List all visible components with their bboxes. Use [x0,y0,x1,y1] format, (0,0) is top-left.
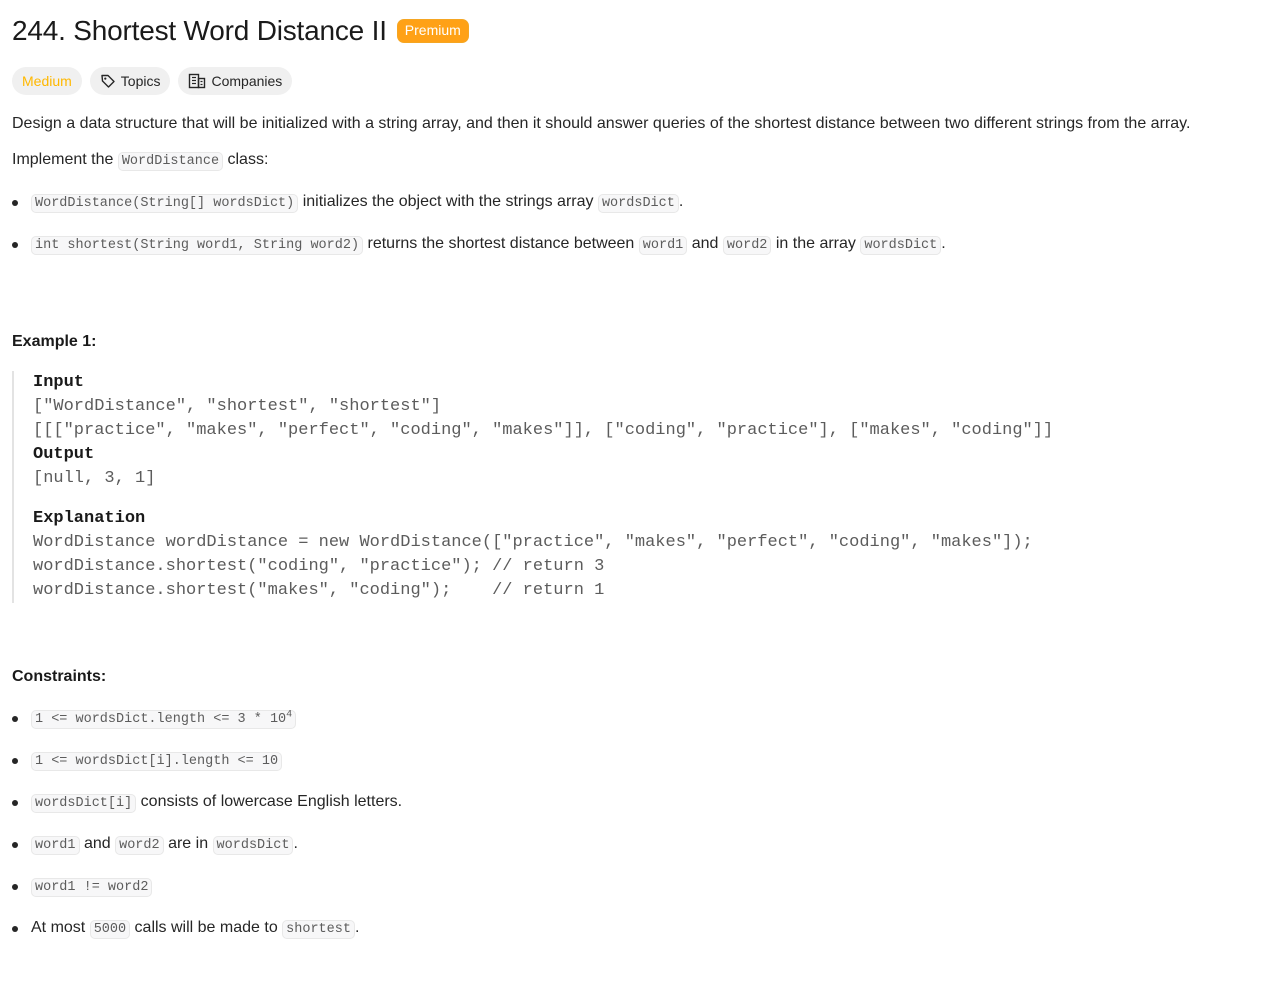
class-name-code: WordDistance [117,152,224,171]
list-item: 1 <= wordsDict[i].length <= 10 [12,749,1273,773]
inline-code: wordsDict [597,194,679,213]
method-signature-code: int shortest(String word1, String word2) [31,236,364,255]
difficulty-tag: Medium [12,67,82,95]
constraint-code: wordsDict[i] [31,794,137,813]
input-line: [[["practice", "makes", "perfect", "codi… [33,421,1054,440]
premium-badge[interactable]: Premium [396,19,469,43]
inline-code: 5000 [89,920,131,939]
tag-icon [101,74,115,88]
constructor-code: WordDistance(String[] wordsDict) [31,194,299,213]
example-heading: Example 1: [12,333,97,350]
list-item: WordDistance(String[] wordsDict) initial… [12,191,1273,215]
output-label: Output [33,445,95,464]
list-item-text: At most [31,919,90,936]
list-item: word1 and word2 are in wordsDict. [12,833,1273,857]
list-item-text: consists of lowercase English letters. [136,793,403,810]
problem-title[interactable]: 244. Shortest Word Distance II [12,15,387,47]
implement-post: class: [223,151,269,168]
topics-tag[interactable]: Topics [89,67,171,95]
explanation-label: Explanation [33,509,146,528]
list-item: At most 5000 calls will be made to short… [12,917,1273,941]
list-item: word1 != word2 [12,875,1273,899]
method-list: WordDistance(String[] wordsDict) initial… [12,191,1273,257]
inline-code: word2 [115,836,164,855]
inline-code: word1 [638,236,688,255]
constraint-code: 1 <= wordsDict[i].length <= 10 [31,752,283,771]
list-item: 1 <= wordsDict.length <= 3 * 104 [12,707,1273,731]
building-icon [189,73,206,89]
implement-pre: Implement the [12,151,118,168]
companies-label: Companies [211,73,283,89]
intro-text: Design a data structure that will be ini… [12,115,1191,132]
inline-code: word2 [722,236,772,255]
companies-tag[interactable]: Companies [178,67,293,95]
tag-row: Medium Topics Companies [12,66,1273,96]
list-item: int shortest(String word1, String word2)… [12,233,1273,257]
list-item: wordsDict[i] consists of lowercase Engli… [12,791,1273,815]
constraints-heading: Constraints: [12,668,107,685]
list-item-text: and [687,235,723,252]
inline-code: wordsDict [860,236,942,255]
list-item-text: are in [163,835,213,852]
output-line: [null, 3, 1] [33,469,156,488]
constraint-code: 1 <= wordsDict.length <= 3 * 104 [31,709,297,729]
list-item-text: in the array [771,235,861,252]
problem-description: 244. Shortest Word Distance II Premium M… [0,14,1285,941]
explanation-line: wordDistance.shortest("makes", "coding")… [33,581,605,600]
inline-code: wordsDict [212,836,294,855]
constraint-code: word1 != word2 [31,878,153,897]
input-line: ["WordDistance", "shortest", "shortest"] [33,397,442,416]
list-item-text: . [354,919,360,936]
list-item-text: . [941,235,946,252]
title-row: 244. Shortest Word Distance II Premium [12,14,1273,48]
inline-code: shortest [282,920,355,939]
constraints-list: 1 <= wordsDict.length <= 3 * 104 1 <= wo… [12,707,1273,941]
list-item-text: returns the shortest distance between [363,235,639,252]
exponent: 4 [286,709,293,721]
list-item-text: . [678,193,684,210]
list-item-text: . [293,835,298,852]
implement-line: Implement the WordDistance class: [12,149,1273,173]
list-item-text: and [79,835,116,852]
list-item-text: calls will be made to [130,919,283,936]
difficulty-label: Medium [22,73,72,89]
explanation-line: WordDistance wordDistance = new WordDist… [33,533,1033,552]
topics-label: Topics [120,73,161,89]
input-label: Input [33,373,85,392]
inline-code: word1 [31,836,80,855]
constraint-code-text: 1 <= wordsDict.length <= 3 * 10 [35,712,287,727]
explanation-line: wordDistance.shortest("coding", "practic… [33,557,605,576]
example-block: Input ["WordDistance", "shortest", "short… [12,371,1273,603]
list-item-text: initializes the object with the strings … [298,193,598,210]
